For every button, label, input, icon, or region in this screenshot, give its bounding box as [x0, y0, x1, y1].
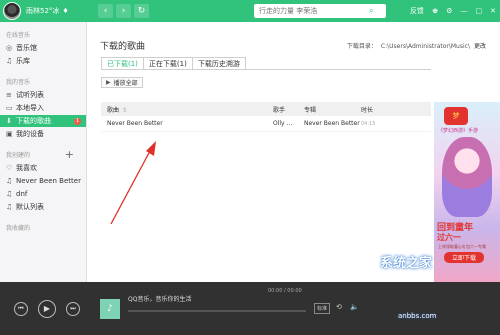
- settings-icon[interactable]: ⚙: [446, 7, 452, 15]
- sidebar-item-downloads[interactable]: ⬇ 下载的歌曲 1: [0, 115, 86, 127]
- watermark-brand: 系统之家: [380, 256, 433, 271]
- player-bar: ⏮ ▶ ⏭ ♪ QQ音乐，音乐你的生活 00:00 / 00:00 标准 ⟲ 🔈: [0, 282, 500, 335]
- top-bar: 雨林52°冰 ♦ ‹ › ↻ ⌕ 反馈 ♚ ⚙ — □ ✕: [0, 0, 500, 22]
- song-artist[interactable]: Olly ...: [271, 120, 302, 127]
- close-icon[interactable]: ✕: [490, 7, 496, 15]
- play-icon: ▶: [106, 79, 111, 86]
- device-icon: ▣: [6, 130, 13, 138]
- ad-banner[interactable]: 梦 《梦幻西游》手游 回到童年 过六一 上线领取童心礼包六一专属 立即下载: [434, 102, 500, 282]
- disc-icon: ◎: [6, 44, 13, 52]
- download-icon: ⬇: [6, 117, 12, 125]
- column-album[interactable]: 专辑: [302, 105, 353, 114]
- heart-icon: ♡: [6, 164, 13, 172]
- table-row[interactable]: Never Been Better Olly ... Never Been Be…: [101, 116, 431, 132]
- sort-icon[interactable]: ⇕: [122, 107, 127, 114]
- table-header: 歌曲 ⇕ 歌手 专辑 时长: [101, 102, 431, 116]
- sidebar: 在线音乐 ◎ 音乐馆 ♫ 乐库 我的音乐 ≡ 试听列表 ▭ 本地导入 ⬇ 下载的…: [0, 22, 87, 282]
- sidebar-item-label: 我的设备: [16, 130, 44, 138]
- sidebar-item-devices[interactable]: ▣ 我的设备: [0, 128, 86, 140]
- volume-icon[interactable]: 🔈: [350, 303, 359, 311]
- ad-headline-2: 过六一: [437, 233, 461, 242]
- sidebar-item-favorites[interactable]: ♡ 我喜欢: [0, 162, 86, 174]
- play-all-button[interactable]: ▶ 播放全部: [101, 77, 143, 88]
- sidebar-item-label: 试听列表: [16, 91, 44, 99]
- music-note-icon: ♫: [6, 190, 13, 198]
- sidebar-item-label: 本地导入: [16, 104, 44, 112]
- song-duration: 04:15: [361, 120, 376, 127]
- song-name[interactable]: Never Been Better: [101, 120, 271, 127]
- sidebar-item-playlist-dnf[interactable]: ♫ dnf: [0, 188, 86, 200]
- ad-character-image: [442, 137, 492, 217]
- music-note-icon: ♫: [6, 177, 13, 185]
- sidebar-item-playlist-never-been-better[interactable]: ♫ Never Been Better: [0, 175, 86, 187]
- user-info[interactable]: 雨林52°冰 ♦: [0, 2, 96, 20]
- add-playlist-icon[interactable]: +: [65, 142, 74, 161]
- sidebar-item-label: Never Been Better: [16, 177, 81, 185]
- sidebar-item-label: 默认列表: [16, 203, 44, 211]
- search-box[interactable]: ⌕: [254, 4, 386, 18]
- search-icon[interactable]: ⌕: [369, 6, 373, 16]
- watermark-url: anbbs.com: [398, 312, 437, 320]
- sidebar-item-default-list[interactable]: ♫ 默认列表: [0, 201, 86, 213]
- section-online: 在线音乐: [6, 32, 31, 39]
- window-controls: 反馈 ♚ ⚙ — □ ✕: [410, 4, 496, 18]
- play-button[interactable]: ▶: [38, 299, 56, 318]
- user-name[interactable]: 雨林52°冰: [26, 6, 59, 16]
- loop-icon[interactable]: ⟲: [336, 303, 342, 311]
- album-cover[interactable]: ♪: [100, 298, 120, 319]
- sidebar-item-label: 音乐馆: [16, 44, 37, 52]
- avatar[interactable]: [3, 2, 21, 20]
- main-content: 下载的歌曲 下载目录： C:\Users\Administrator\Music\…: [88, 22, 500, 282]
- tab-divider: [101, 69, 431, 70]
- sidebar-item-label: 下载的歌曲: [16, 117, 51, 125]
- song-table: 歌曲 ⇕ 歌手 专辑 时长 Never Been Better Olly ... …: [101, 102, 431, 132]
- now-playing-title: QQ音乐，音乐你的生活: [128, 296, 192, 303]
- maximize-icon[interactable]: □: [476, 7, 483, 15]
- section-created: 我创建的: [6, 152, 31, 159]
- quality-button[interactable]: 标准: [314, 303, 331, 314]
- sidebar-item-local-import[interactable]: ▭ 本地导入: [0, 102, 86, 114]
- sidebar-item-label: 乐库: [16, 57, 30, 65]
- sidebar-item-library[interactable]: ♫ 乐库: [0, 55, 86, 67]
- playback-time: 00:00 / 00:00: [268, 288, 302, 294]
- ad-download-button[interactable]: 立即下载: [444, 252, 484, 263]
- ad-subtitle: 《梦幻西游》手游: [438, 128, 479, 134]
- search-input[interactable]: [254, 7, 369, 15]
- music-icon: ♫: [6, 57, 13, 65]
- section-created-row: 我创建的 +: [0, 141, 86, 162]
- page-title: 下载的歌曲: [100, 42, 146, 52]
- next-button[interactable]: ⏭: [66, 301, 80, 316]
- change-directory-link[interactable]: 更改: [474, 43, 486, 50]
- forward-button[interactable]: ›: [116, 4, 131, 18]
- minimize-icon[interactable]: —: [461, 7, 468, 15]
- skin-icon[interactable]: ♚: [432, 7, 438, 15]
- feedback-link[interactable]: 反馈: [410, 6, 424, 16]
- progress-bar[interactable]: [128, 310, 306, 312]
- column-song[interactable]: 歌曲 ⇕: [101, 105, 271, 114]
- sidebar-item-music-hall[interactable]: ◎ 音乐馆: [0, 42, 86, 54]
- section-my-music: 我的音乐: [6, 79, 31, 86]
- section-favorited: 我收藏的: [6, 225, 31, 232]
- refresh-button[interactable]: ↻: [134, 4, 149, 18]
- column-duration[interactable]: 时长: [353, 105, 393, 114]
- prev-button[interactable]: ⏮: [14, 301, 28, 316]
- sidebar-item-label: dnf: [16, 190, 28, 198]
- folder-icon: ▭: [6, 104, 13, 112]
- sidebar-item-label: 我喜欢: [16, 164, 37, 172]
- ad-caption: 上线领取童心礼包六一专属: [438, 244, 486, 249]
- column-song-label: 歌曲: [107, 106, 120, 114]
- ad-logo: 梦: [444, 107, 468, 125]
- music-note-icon: ♫: [6, 203, 13, 211]
- directory-label: 下载目录：: [346, 43, 377, 50]
- vip-icon: ♦: [62, 7, 69, 15]
- play-all-label: 播放全部: [113, 80, 138, 87]
- sidebar-item-trial-list[interactable]: ≡ 试听列表: [0, 89, 86, 101]
- download-directory: 下载目录： C:\Users\Administrator\Music\ 更改: [347, 41, 486, 50]
- list-icon: ≡: [6, 91, 12, 99]
- column-artist[interactable]: 歌手: [271, 105, 302, 114]
- directory-path: C:\Users\Administrator\Music\: [380, 43, 470, 50]
- back-button[interactable]: ‹: [98, 4, 113, 18]
- song-album[interactable]: Never Been Better: [302, 120, 360, 127]
- download-count-badge: 1: [74, 117, 81, 125]
